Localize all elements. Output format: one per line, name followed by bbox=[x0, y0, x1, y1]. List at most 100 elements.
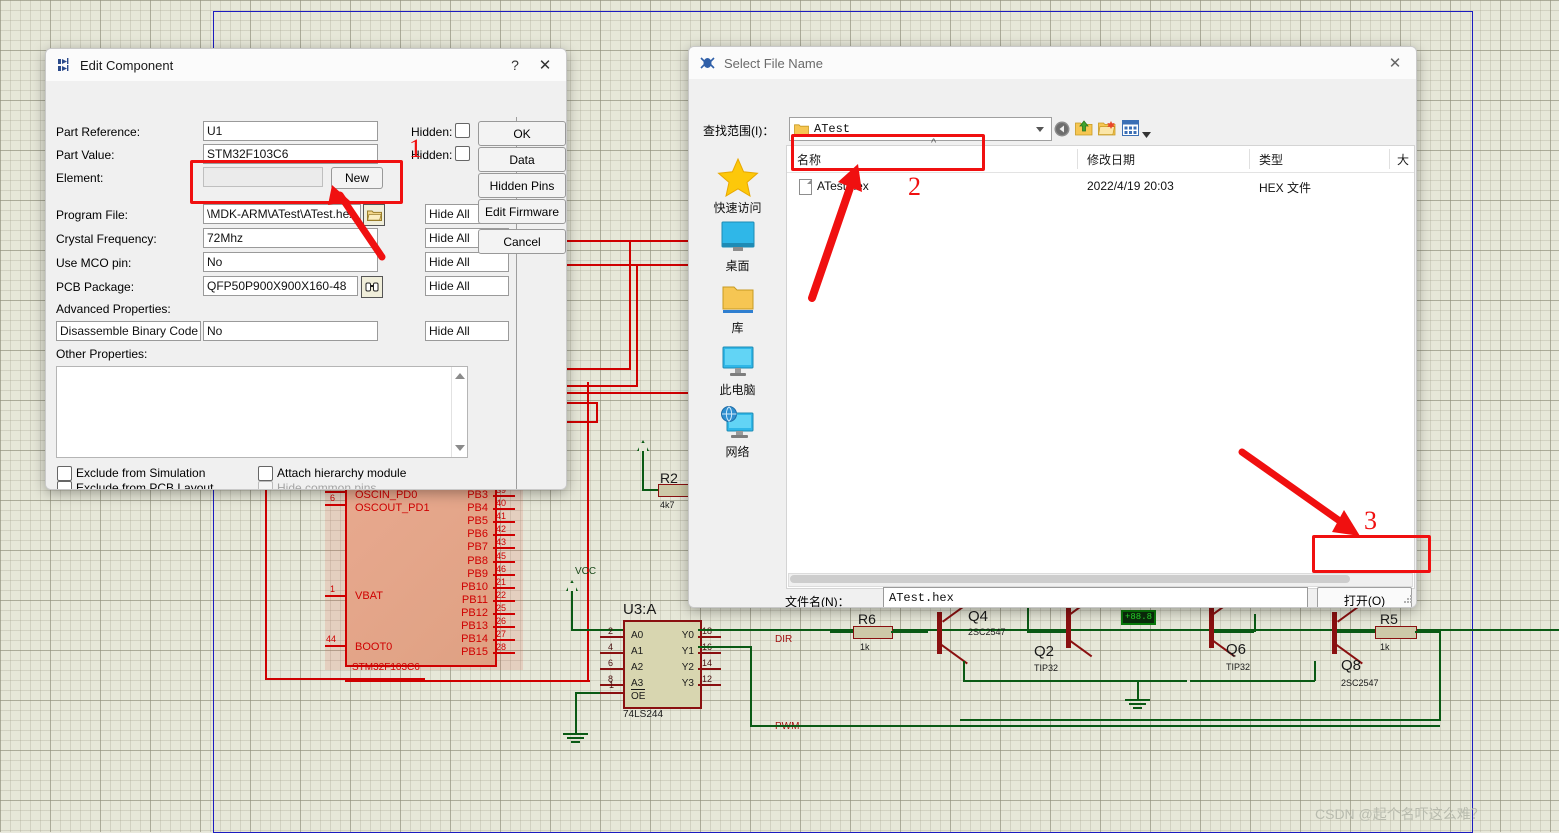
back-arrow-icon[interactable] bbox=[1053, 120, 1071, 143]
binoculars-icon bbox=[365, 282, 379, 292]
new-folder-icon[interactable] bbox=[1098, 120, 1116, 142]
u1-right-pin-leg bbox=[493, 599, 515, 602]
resistor-r5[interactable] bbox=[1375, 626, 1417, 639]
attach-hierarchy-module-checkbox[interactable] bbox=[258, 466, 273, 481]
pcb-package-select[interactable]: QFP50P900X900X160-48 bbox=[203, 276, 358, 296]
voltage-probe: +88.8 bbox=[1121, 610, 1157, 625]
attach-hierarchy-module-label: Attach hierarchy module bbox=[277, 466, 407, 480]
look-in-combo[interactable]: ATest bbox=[789, 117, 1052, 141]
u3a-input-leg bbox=[600, 668, 623, 670]
exclude-from-pcb-layout-checkbox[interactable] bbox=[57, 481, 72, 489]
u1-right-pin-leg bbox=[493, 612, 515, 615]
u3a-output-label: Y1 bbox=[681, 646, 694, 657]
part-reference-input[interactable]: U1 bbox=[203, 121, 378, 141]
wire bbox=[563, 402, 598, 404]
u1-right-pin-num: 43 bbox=[496, 537, 507, 548]
place-label: 快速访问 bbox=[713, 201, 762, 215]
advanced-property-hide-select[interactable]: Hide All bbox=[425, 321, 509, 341]
ok-button[interactable]: OK bbox=[478, 121, 566, 146]
view-mode-icon[interactable] bbox=[1122, 120, 1139, 141]
part-value-input[interactable]: STM32F103C6 bbox=[203, 144, 378, 164]
close-icon[interactable]: ✕ bbox=[530, 52, 560, 78]
signal-wire bbox=[698, 646, 750, 648]
u3a-output-leg bbox=[698, 636, 721, 638]
u1-right-pin-label: PB12 bbox=[461, 606, 488, 619]
u1-left-pin-label: OSCOUT_PD1 bbox=[355, 502, 430, 514]
u1-right-pin-num: 27 bbox=[496, 629, 507, 640]
resize-grip[interactable] bbox=[1404, 595, 1413, 604]
resistor-r6[interactable] bbox=[853, 626, 893, 639]
u3a-input-num: 4 bbox=[608, 642, 614, 652]
data-button[interactable]: Data bbox=[478, 147, 566, 172]
place-library[interactable]: 库 bbox=[689, 281, 786, 343]
close-icon[interactable]: ✕ bbox=[1380, 50, 1410, 76]
gnd-wire bbox=[1314, 661, 1316, 681]
up-folder-icon[interactable] bbox=[1075, 120, 1093, 142]
u1-right-pin-num: 45 bbox=[496, 550, 507, 561]
place-label: 网络 bbox=[725, 445, 750, 459]
u1-right-pin-leg bbox=[493, 534, 515, 537]
view-dropdown-icon[interactable] bbox=[1142, 125, 1151, 143]
gnd-wire bbox=[642, 451, 644, 491]
u3a-name: 74LS244 bbox=[623, 709, 664, 720]
u1-right-pin-leg bbox=[493, 639, 515, 642]
advanced-properties-label: Advanced Properties: bbox=[56, 302, 171, 316]
file-name-input[interactable]: ATest.hex bbox=[883, 587, 1308, 607]
part-reference-hidden-checkbox[interactable] bbox=[455, 123, 470, 138]
hidden-pins-button[interactable]: Hidden Pins bbox=[478, 173, 566, 198]
cancel-button[interactable]: Cancel bbox=[478, 229, 566, 254]
u3a-input-label: A2 bbox=[631, 662, 644, 673]
place-desktop[interactable]: 桌面 bbox=[689, 219, 786, 281]
vcc-label: VCC bbox=[575, 566, 597, 577]
gnd-wire bbox=[571, 591, 573, 630]
advanced-property-name-select[interactable]: Disassemble Binary Code bbox=[56, 321, 201, 341]
u1-left-pin-label: BOOT0 bbox=[355, 641, 393, 653]
file-dialog-title: Select File Name bbox=[724, 55, 823, 71]
exclude-from-simulation-checkbox[interactable] bbox=[57, 466, 72, 481]
use-mco-pin-hide-select[interactable]: Hide All bbox=[425, 252, 509, 272]
this-pc-icon bbox=[722, 346, 753, 376]
file-type-cell: HEX 文件 bbox=[1259, 181, 1312, 195]
u3a-input-num: 6 bbox=[608, 658, 614, 668]
part-value-hidden-checkbox[interactable] bbox=[455, 146, 470, 161]
gnd-wire bbox=[575, 692, 600, 694]
u1-right-pin-leg bbox=[493, 508, 515, 511]
column-header-modified[interactable]: 修改日期 bbox=[1087, 151, 1135, 168]
place-network[interactable]: 网络 bbox=[689, 405, 786, 467]
file-modified-cell: 2022/4/19 20:03 bbox=[1087, 179, 1174, 193]
gnd-wire bbox=[891, 631, 928, 633]
wire bbox=[345, 680, 590, 682]
transistor-q4-base[interactable] bbox=[937, 612, 942, 654]
sort-ascending-icon: ^ bbox=[931, 137, 937, 149]
edit-component-titlebar[interactable]: Edit Component ? ✕ bbox=[46, 49, 566, 81]
open-button[interactable]: 打开(O) bbox=[1317, 587, 1412, 607]
column-header-size[interactable]: 大 bbox=[1397, 151, 1409, 168]
transistor-q8-base[interactable] bbox=[1332, 612, 1337, 654]
wire bbox=[563, 421, 597, 423]
scroll-up-icon[interactable] bbox=[455, 373, 465, 379]
column-header-type[interactable]: 类型 bbox=[1259, 151, 1283, 168]
scroll-down-icon[interactable] bbox=[455, 445, 465, 451]
other-properties-scrollbar[interactable] bbox=[451, 367, 467, 457]
file-list-horizontal-scrollbar[interactable] bbox=[788, 573, 1413, 587]
u1-right-pin-num: 25 bbox=[496, 602, 507, 613]
edit-firmware-button[interactable]: Edit Firmware bbox=[478, 199, 566, 224]
u1-right-pin-leg bbox=[493, 573, 515, 576]
other-properties-textarea[interactable] bbox=[56, 366, 468, 458]
gnd-wire bbox=[960, 719, 1440, 721]
place-this-pc[interactable]: 此电脑 bbox=[689, 343, 786, 405]
u1-right-pin-label: PB7 bbox=[467, 541, 488, 554]
pcb-package-search-button[interactable] bbox=[361, 276, 383, 298]
pcb-package-hide-select[interactable]: Hide All bbox=[425, 276, 509, 296]
pcb-package-label: PCB Package: bbox=[56, 280, 135, 294]
chevron-down-icon[interactable] bbox=[1036, 126, 1044, 132]
help-button[interactable]: ? bbox=[500, 52, 530, 78]
element-select[interactable] bbox=[203, 167, 323, 187]
place-quick-access[interactable]: 快速访问 bbox=[689, 157, 786, 219]
table-row[interactable]: ATest.hex 2022/4/19 20:03 HEX 文件 bbox=[787, 175, 1414, 199]
edit-component-dialog[interactable]: Edit Component ? ✕ Part Reference: U1 Hi… bbox=[45, 48, 567, 490]
look-in-value: ATest bbox=[814, 122, 851, 136]
advanced-property-value-select[interactable]: No bbox=[203, 321, 378, 341]
u1-left-pin-label: VBAT bbox=[355, 590, 383, 602]
file-dialog-titlebar[interactable]: Select File Name ✕ bbox=[689, 47, 1416, 79]
